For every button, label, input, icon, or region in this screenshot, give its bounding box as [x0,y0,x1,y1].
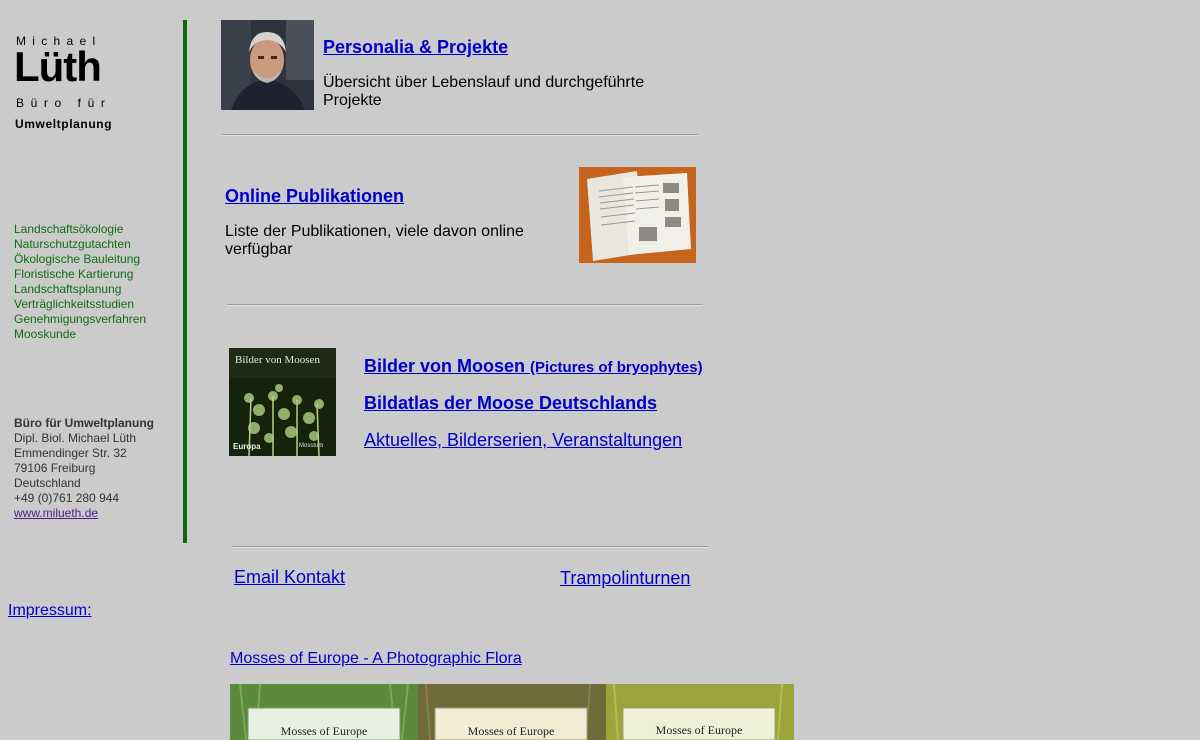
moss-book-subtitle: Europa [233,442,261,451]
contact-city: 79106 Freiburg [14,461,96,475]
news-link[interactable]: Aktuelles, Bilderserien, Veranstaltungen [364,430,682,451]
trampolin-link[interactable]: Trampolinturnen [560,568,690,589]
contact-country: Deutschland [14,476,81,490]
service-item: Verträglichkeitsstudien [14,297,135,311]
personalia-desc: Übersicht über Lebenslauf und durchgefüh… [323,74,645,109]
divider [222,134,698,136]
divider [227,304,703,306]
banner-cover-label: Mosses of Europe [655,723,743,737]
publications-desc: Liste der Publikationen, viele davon onl… [225,223,524,258]
divider [232,546,708,548]
service-item: Ökologische Bauleitung [14,252,141,266]
contact-company: Büro für Umweltplanung [14,416,154,430]
publications-link[interactable]: Online Publikationen [225,186,404,207]
service-item: Landschaftsplanung [14,282,122,296]
mosses-europe-banner[interactable]: Mosses of Europe Mosses of Europe Mosses… [230,684,794,740]
contact-phone: +49 (0)761 280 944 [14,491,120,505]
services-list: Landschaftsökologie Naturschutzgutachten… [14,222,146,342]
service-item: Mooskunde [14,327,77,341]
personalia-link[interactable]: Personalia & Projekte [323,37,508,58]
contact-block: Büro für Umweltplanung Dipl. Biol. Micha… [14,416,154,521]
moss-pictures-link-main: Bilder von Moosen [364,356,526,376]
logo-tagline: Umweltplanung [15,117,113,131]
banner-cover-label: Mosses of Europe [280,724,368,738]
email-contact-link[interactable]: Email Kontakt [234,567,345,588]
moss-pictures-link-sub: (Pictures of bryophytes) [530,359,703,376]
contact-name: Dipl. Biol. Michael Lüth [14,431,137,445]
moss-book-cover[interactable]: Bilder von Moosen Europa Mosstum [229,348,336,456]
impressum-link[interactable]: Impressum: [8,602,92,620]
mosses-europe-link[interactable]: Mosses of Europe - A Photographic Flora [230,650,522,668]
portrait-photo[interactable] [221,20,314,110]
logo-office: Büro für [16,96,112,110]
website-link[interactable]: www.milueth.de [14,506,98,520]
publications-image[interactable] [579,167,696,263]
moss-book-title: Bilder von Moosen [235,354,320,366]
contact-street: Emmendinger Str. 32 [14,446,127,460]
service-item: Landschaftsökologie [14,222,124,236]
banner-cover-label: Mosses of Europe [467,724,555,738]
moss-book-subtitle-2: Mosstum [299,443,324,449]
service-item: Naturschutzgutachten [14,237,131,251]
service-item: Floristische Kartierung [14,267,134,281]
sidebar-divider [183,20,187,543]
logo-last-name: Lüth [14,43,102,90]
moss-pictures-link[interactable]: Bilder von Moosen (Pictures of bryophyte… [364,356,703,377]
moss-atlas-link[interactable]: Bildatlas der Moose Deutschlands [364,393,657,414]
service-item: Genehmigungsverfahren [14,312,147,326]
